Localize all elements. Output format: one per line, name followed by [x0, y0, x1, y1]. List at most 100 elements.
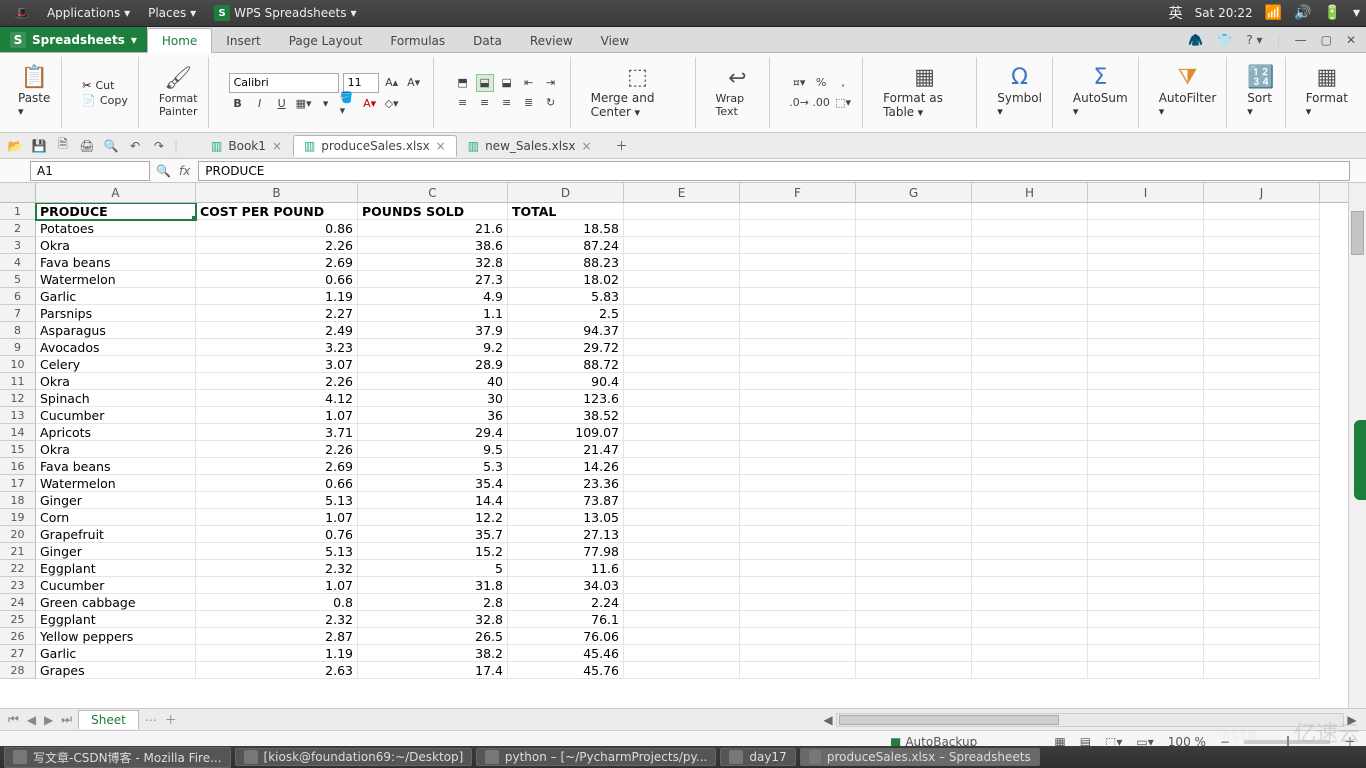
cut-button[interactable]: Cut: [95, 79, 114, 92]
cell[interactable]: 35.7: [358, 526, 508, 543]
cell[interactable]: 26.5: [358, 628, 508, 645]
cell[interactable]: Parsnips: [36, 305, 196, 322]
cell[interactable]: Apricots: [36, 424, 196, 441]
row-header[interactable]: 8: [0, 322, 36, 339]
close-tab-icon[interactable]: ×: [272, 139, 282, 153]
cell[interactable]: 2.26: [196, 237, 358, 254]
close-tab-icon[interactable]: ×: [436, 139, 446, 153]
row-header[interactable]: 14: [0, 424, 36, 441]
cell[interactable]: 2.63: [196, 662, 358, 679]
cell[interactable]: [1088, 441, 1204, 458]
cell[interactable]: [856, 203, 972, 220]
align-right-icon[interactable]: ≡: [498, 94, 516, 112]
cell[interactable]: 2.32: [196, 611, 358, 628]
cell[interactable]: [624, 254, 740, 271]
bold-button[interactable]: B: [229, 95, 247, 113]
cell[interactable]: 45.76: [508, 662, 624, 679]
print-icon[interactable]: 🖨: [78, 137, 96, 155]
font-select[interactable]: [229, 73, 339, 93]
border-button[interactable]: ▦▾: [295, 95, 313, 113]
cell[interactable]: [1204, 305, 1320, 322]
format-button[interactable]: Format ▾: [1306, 91, 1348, 118]
cell[interactable]: [972, 509, 1088, 526]
cell[interactable]: [1088, 492, 1204, 509]
cell[interactable]: 5.13: [196, 543, 358, 560]
cell[interactable]: [856, 492, 972, 509]
cell[interactable]: [624, 662, 740, 679]
cell[interactable]: [624, 526, 740, 543]
sort-icon[interactable]: 🔢: [1247, 67, 1274, 89]
sheet-nav-last[interactable]: ⏭: [59, 712, 74, 727]
cell[interactable]: TOTAL: [508, 203, 624, 220]
cell[interactable]: Garlic: [36, 288, 196, 305]
cell[interactable]: [740, 628, 856, 645]
cell[interactable]: Cucumber: [36, 407, 196, 424]
cell[interactable]: [856, 407, 972, 424]
cell[interactable]: [856, 424, 972, 441]
cell[interactable]: [740, 220, 856, 237]
cell[interactable]: [856, 356, 972, 373]
cell[interactable]: [624, 594, 740, 611]
cell[interactable]: [1088, 509, 1204, 526]
cell[interactable]: 76.1: [508, 611, 624, 628]
cell[interactable]: [1204, 509, 1320, 526]
cell[interactable]: [1204, 356, 1320, 373]
cell[interactable]: [1088, 356, 1204, 373]
cell[interactable]: [740, 526, 856, 543]
wifi-icon[interactable]: 📶: [1265, 5, 1282, 21]
format-table-icon[interactable]: ▦: [914, 67, 935, 89]
power-icon[interactable]: ▾: [1353, 5, 1360, 21]
italic-button[interactable]: I: [251, 95, 269, 113]
cell[interactable]: [624, 645, 740, 662]
currency-icon[interactable]: ¤▾: [790, 74, 808, 92]
cell[interactable]: [1088, 628, 1204, 645]
cell[interactable]: [1204, 577, 1320, 594]
copy-icon[interactable]: 📄: [82, 94, 96, 107]
cell[interactable]: [856, 628, 972, 645]
cell[interactable]: PRODUCE: [36, 203, 196, 220]
col-header[interactable]: F: [740, 183, 856, 202]
underline-button[interactable]: U: [273, 95, 291, 113]
fx-icon[interactable]: fx: [171, 164, 198, 178]
cell[interactable]: 2.26: [196, 373, 358, 390]
cell[interactable]: [624, 288, 740, 305]
name-box[interactable]: [30, 161, 150, 181]
cell[interactable]: 1.19: [196, 288, 358, 305]
lookup-icon[interactable]: 🔍: [156, 164, 171, 178]
cell[interactable]: [740, 424, 856, 441]
number-format-icon[interactable]: ⬚▾: [834, 94, 852, 112]
cell[interactable]: [856, 662, 972, 679]
cell[interactable]: 28.9: [358, 356, 508, 373]
cell[interactable]: [740, 339, 856, 356]
undo-icon[interactable]: ↶: [126, 137, 144, 155]
cell[interactable]: [972, 560, 1088, 577]
cell[interactable]: [1204, 475, 1320, 492]
cell[interactable]: [856, 560, 972, 577]
cell[interactable]: [972, 305, 1088, 322]
help-icon[interactable]: ? ▾: [1242, 31, 1266, 49]
cell[interactable]: [1088, 560, 1204, 577]
cell[interactable]: 5.3: [358, 458, 508, 475]
cell[interactable]: [972, 220, 1088, 237]
clear-format-button[interactable]: ◇▾: [383, 95, 401, 113]
merge-center-button[interactable]: Merge and Center ▾: [591, 91, 685, 119]
maximize-button[interactable]: ▢: [1317, 31, 1336, 49]
cell[interactable]: [1088, 475, 1204, 492]
cell[interactable]: [624, 560, 740, 577]
percent-icon[interactable]: %: [812, 74, 830, 92]
taskbar-item[interactable]: [kiosk@foundation69:~/Desktop]: [235, 748, 473, 766]
cell[interactable]: [972, 390, 1088, 407]
indent-decrease-icon[interactable]: ⇤: [520, 74, 538, 92]
cell[interactable]: [624, 424, 740, 441]
cell[interactable]: 2.69: [196, 254, 358, 271]
tshirt-icon[interactable]: 👕: [1213, 31, 1236, 49]
horizontal-scrollbar[interactable]: ◀▶: [820, 713, 1360, 727]
select-all-corner[interactable]: [0, 183, 36, 202]
cell[interactable]: 21.6: [358, 220, 508, 237]
redo-icon[interactable]: ↷: [150, 137, 168, 155]
cell[interactable]: [1088, 271, 1204, 288]
new-tab-button[interactable]: ＋: [613, 137, 631, 155]
cell[interactable]: [624, 441, 740, 458]
cell[interactable]: Grapes: [36, 662, 196, 679]
cell[interactable]: [856, 305, 972, 322]
